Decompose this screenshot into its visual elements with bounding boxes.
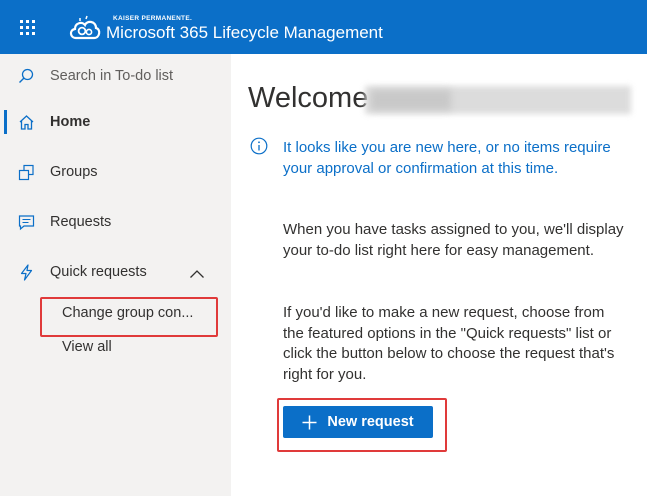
home-icon <box>17 113 35 131</box>
sidebar-item-label: Quick requests <box>50 264 147 280</box>
quick-request-view-all[interactable]: View all <box>62 339 112 355</box>
redacted-name-detail <box>371 90 451 110</box>
sidebar-item-label: Requests <box>50 214 112 230</box>
empty-state-paragraph: When you have tasks assigned to you, we'… <box>283 221 624 259</box>
info-icon <box>250 137 268 155</box>
search-input[interactable]: Search in To-do list <box>50 68 173 84</box>
app-title[interactable]: Microsoft 365 Lifecycle Management <box>106 23 383 43</box>
main-content: Welcome It looks like you are new here, … <box>231 54 647 496</box>
page-title: Welcome <box>248 82 369 114</box>
sidebar: Search in To-do list Home Groups Request… <box>0 54 231 496</box>
sidebar-item-groups[interactable]: Groups <box>0 152 231 192</box>
search-icon <box>17 67 35 85</box>
cloud-gear-logo <box>69 15 101 40</box>
highlight-box <box>40 297 218 337</box>
info-message: It looks like you are new here, or no it… <box>283 139 611 177</box>
chevron-up-icon[interactable] <box>189 266 205 284</box>
waffle-icon[interactable] <box>0 0 54 54</box>
sidebar-item-quick-requests[interactable]: Quick requests <box>0 252 231 292</box>
new-request-hint: If you'd like to make a new request, cho… <box>283 304 615 383</box>
brand-subtitle: KAISER PERMANENTE. <box>113 15 193 22</box>
active-indicator <box>4 110 7 134</box>
lightning-icon <box>17 263 35 281</box>
sidebar-item-label: Home <box>50 114 91 130</box>
chat-icon <box>17 213 35 231</box>
groups-icon <box>17 163 35 181</box>
highlight-box <box>277 398 447 452</box>
sidebar-item-requests[interactable]: Requests <box>0 202 231 242</box>
top-bar: KAISER PERMANENTE. Microsoft 365 Lifecyc… <box>0 0 647 54</box>
sidebar-search[interactable]: Search in To-do list <box>0 56 231 96</box>
sidebar-item-label: Groups <box>50 164 98 180</box>
sidebar-item-home[interactable]: Home <box>0 102 231 142</box>
